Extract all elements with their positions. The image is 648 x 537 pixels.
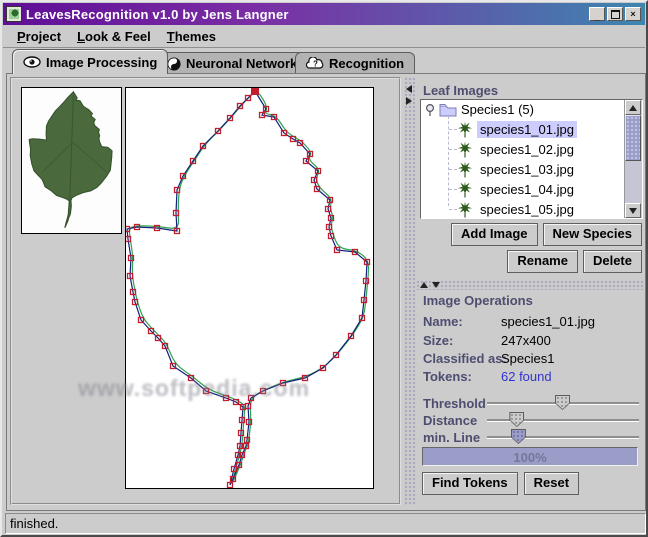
tree-root-label: Species1 (5) — [461, 102, 534, 117]
species-tree[interactable]: Species1 (5) species1_01.jpg — [420, 99, 643, 219]
tree-item-label: species1_01.jpg — [477, 121, 577, 138]
maximize-button[interactable] — [607, 7, 623, 21]
eye-icon — [23, 56, 41, 68]
question-cloud-icon: ? — [306, 57, 324, 70]
slider-thumb[interactable] — [511, 429, 526, 444]
slider-thumb[interactable] — [555, 395, 570, 410]
window-title: LeavesRecognition v1.0 by Jens Langner — [26, 7, 289, 22]
field-tokens: Tokens: 62 found — [423, 369, 638, 386]
minimize-button[interactable]: _ — [589, 7, 605, 21]
progress-bar: 100% — [422, 447, 638, 466]
leaf-icon — [457, 181, 473, 198]
tree-item-species1-01[interactable]: species1_01.jpg — [421, 119, 625, 139]
leaf-icon — [457, 161, 473, 178]
menu-look-and-feel[interactable]: Look & Feel — [69, 27, 159, 46]
close-button[interactable]: × — [625, 7, 641, 21]
tab-bar: Image Processing Neuronal Network ? Reco… — [4, 49, 648, 74]
tree-expand-handle-icon[interactable] — [425, 103, 435, 117]
status-bar: finished. — [5, 513, 646, 534]
leaf-icon — [457, 141, 473, 158]
application-window: LeavesRecognition v1.0 by Jens Langner _… — [0, 0, 648, 537]
tree-item-species1-03[interactable]: species1_03.jpg — [421, 159, 625, 179]
title-bar[interactable]: LeavesRecognition v1.0 by Jens Langner _… — [3, 3, 645, 25]
add-image-button[interactable]: Add Image — [451, 223, 537, 246]
distance-slider[interactable]: Distance — [423, 412, 639, 429]
tree-item-label: species1_05.jpg — [477, 201, 577, 218]
tree-root-species1[interactable]: Species1 (5) — [421, 100, 625, 119]
scroll-up-icon[interactable] — [625, 100, 641, 115]
tab-label: Image Processing — [46, 55, 157, 70]
delete-button[interactable]: Delete — [583, 250, 642, 273]
tokens-value: 62 found — [501, 369, 552, 384]
slider-track[interactable] — [487, 402, 639, 404]
splitter-collapse-down-icon[interactable] — [432, 282, 440, 288]
size-value: 247x400 — [501, 333, 551, 348]
menu-themes[interactable]: Themes — [159, 27, 224, 46]
app-icon — [6, 6, 22, 22]
menu-project[interactable]: Project — [9, 27, 69, 46]
tab-label: Recognition — [329, 56, 404, 71]
tree-item-label: species1_02.jpg — [477, 141, 577, 158]
name-value: species1_01.jpg — [501, 314, 595, 329]
rename-button[interactable]: Rename — [507, 250, 578, 273]
leaf-icon — [457, 121, 473, 138]
token-canvas[interactable] — [125, 87, 374, 489]
splitter-collapse-left-icon[interactable] — [406, 85, 412, 93]
slider-track[interactable] — [487, 419, 639, 421]
tree-item-label: species1_03.jpg — [477, 161, 577, 178]
tree-item-species1-05[interactable]: species1_05.jpg — [421, 199, 625, 219]
tab-label: Neuronal Network — [186, 56, 297, 71]
tab-neuronal-network[interactable]: Neuronal Network — [156, 52, 308, 74]
field-name: Name: species1_01.jpg — [423, 314, 638, 331]
tree-scrollbar[interactable] — [624, 100, 642, 218]
svg-text:?: ? — [313, 60, 318, 69]
tree-item-species1-02[interactable]: species1_02.jpg — [421, 139, 625, 159]
leaf-images-title: Leaf Images — [423, 83, 498, 98]
threshold-slider[interactable]: Threshold — [423, 395, 639, 412]
find-tokens-button[interactable]: Find Tokens — [422, 472, 518, 495]
tab-image-processing[interactable]: Image Processing — [12, 49, 168, 74]
slider-track[interactable] — [487, 436, 639, 438]
image-processing-panel: www.softpedia.com Leaf Images — [6, 73, 646, 511]
tab-recognition[interactable]: ? Recognition — [295, 52, 415, 74]
field-size: Size: 247x400 — [423, 333, 638, 350]
reset-button[interactable]: Reset — [524, 472, 579, 495]
horizontal-splitter[interactable] — [416, 280, 644, 290]
new-species-button[interactable]: New Species — [543, 223, 643, 246]
tree-item-species1-04[interactable]: species1_04.jpg — [421, 179, 625, 199]
leaf-thumbnail — [21, 87, 122, 234]
field-classified: Classified as: Species1 — [423, 351, 638, 368]
status-text: finished. — [10, 516, 58, 531]
folder-icon — [439, 103, 457, 117]
yin-yang-icon — [167, 57, 181, 71]
vertical-splitter[interactable] — [404, 77, 415, 505]
image-view-panel: www.softpedia.com — [10, 77, 401, 505]
image-operations-title: Image Operations — [423, 293, 533, 308]
tree-item-label: species1_04.jpg — [477, 181, 577, 198]
splitter-collapse-right-icon[interactable] — [406, 97, 412, 105]
classified-value: Species1 — [501, 351, 554, 366]
menu-bar: Project Look & Feel Themes — [3, 25, 645, 48]
slider-thumb[interactable] — [509, 412, 524, 427]
progress-label: 100% — [423, 450, 637, 465]
scrollbar-thumb[interactable] — [625, 115, 641, 161]
leaf-icon — [457, 201, 473, 218]
scroll-down-icon[interactable] — [625, 203, 641, 218]
right-panel: Leaf Images Species1 (5) — [416, 77, 644, 505]
splitter-collapse-up-icon[interactable] — [420, 282, 428, 288]
min-line-slider[interactable]: min. Line — [423, 429, 639, 446]
